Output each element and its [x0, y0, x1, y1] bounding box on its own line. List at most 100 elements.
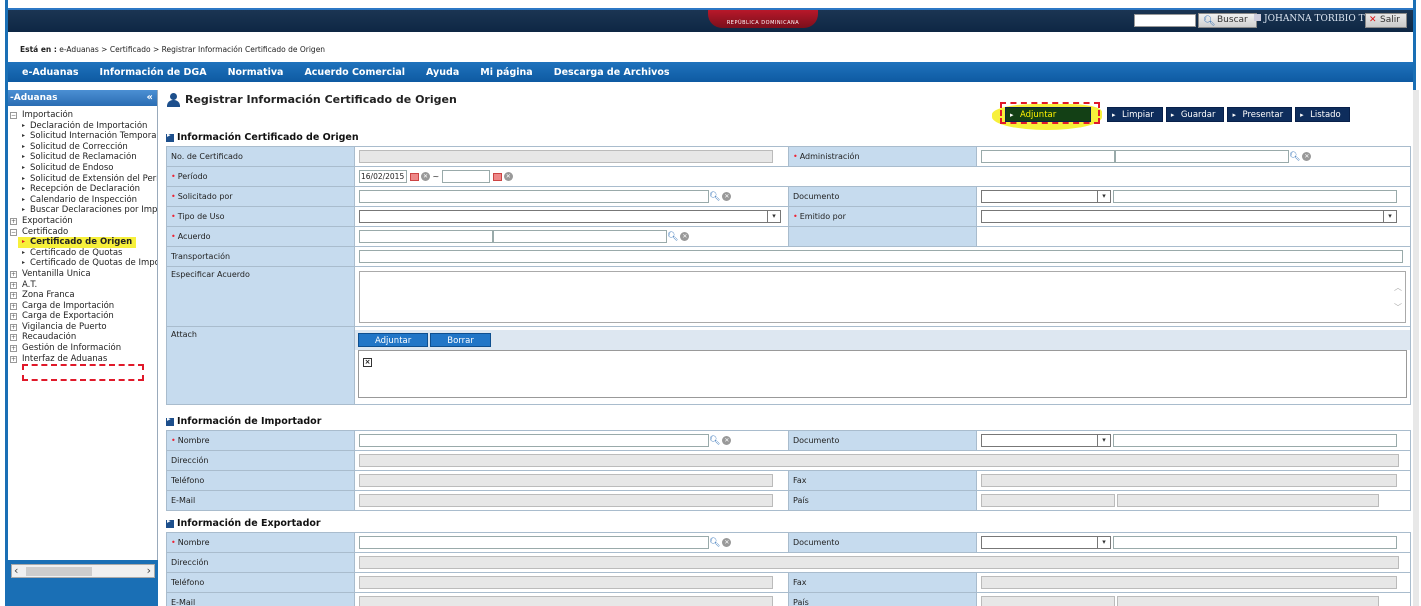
nav-ayuda[interactable]: Ayuda [426, 67, 459, 78]
sidebar-item-a-t-[interactable]: + A.T. [8, 280, 157, 291]
sidebar-item-ventanilla-única[interactable]: + Ventanilla Única [8, 269, 157, 280]
nav-normativa[interactable]: Normativa [228, 67, 284, 78]
exp-documento-input[interactable] [1113, 536, 1397, 549]
horizontal-scrollbar[interactable]: ‹ › [11, 564, 155, 578]
imp-documento-select[interactable]: ▾ [981, 434, 1111, 447]
attachment-area[interactable]: × [358, 350, 1407, 398]
documento-select[interactable]: ▾ [981, 190, 1111, 203]
salir-button[interactable]: ✕ Salir [1365, 13, 1407, 28]
expand-icon[interactable]: + [10, 355, 17, 363]
expand-icon[interactable]: + [10, 334, 17, 342]
search-icon[interactable]: 🔍︎ [1289, 152, 1300, 162]
sidebar-item-carga-de-exportación[interactable]: + Carga de Exportación [8, 311, 157, 322]
scrollbar-thumb[interactable] [26, 567, 92, 576]
expand-icon[interactable]: + [10, 313, 17, 321]
global-search-input[interactable] [1134, 14, 1196, 27]
tipo-uso-select[interactable]: ▾ [359, 210, 781, 223]
calendar-icon[interactable] [492, 172, 502, 181]
acuerdo-code-input[interactable] [359, 230, 493, 243]
periodo-from-input[interactable]: 16/02/2015 [359, 170, 407, 183]
clear-icon[interactable]: ✕ [722, 436, 732, 445]
sidebar-item-buscar-declaraciones-por-importador[interactable]: ▸ Buscar Declaraciones por Importador [8, 205, 157, 216]
exp-nombre-input[interactable] [359, 536, 709, 549]
sidebar-item-solicitud-de-extensión-del-período[interactable]: ▸ Solicitud de Extensión del Período [8, 174, 157, 185]
expand-icon[interactable]: + [10, 217, 17, 225]
sidebar-item-zona-franca[interactable]: + Zona Franca [8, 290, 157, 301]
sidebar-item-solicitud-de-endoso[interactable]: ▸ Solicitud de Endoso [8, 163, 157, 174]
sidebar-item-certificado-de-origen[interactable]: ▸ Certificado de Origen [18, 237, 136, 248]
sidebar-item-declaración-de-importación[interactable]: ▸ Declaración de Importación [8, 121, 157, 132]
scroll-right-icon[interactable]: › [147, 564, 151, 577]
search-icon[interactable]: 🔍︎ [667, 232, 678, 242]
sidebar-item-certificado-de-quotas[interactable]: ▸ Certificado de Quotas [8, 248, 157, 259]
periodo-to-input[interactable] [441, 170, 490, 183]
collapse-icon[interactable]: − [10, 228, 17, 236]
nav-informacion-dga[interactable]: Información de DGA [100, 67, 207, 78]
sidebar-item-recaudación[interactable]: + Recaudación [8, 332, 157, 343]
nav-e-aduanas[interactable]: e-Aduanas [22, 67, 79, 78]
guardar-button[interactable]: Guardar [1165, 107, 1225, 123]
clear-icon[interactable]: ✕ [680, 232, 690, 241]
expand-icon[interactable]: + [10, 302, 17, 310]
sidebar-item-certificado-de-quotas-de-importación[interactable]: ▸ Certificado de Quotas de Importación [8, 258, 157, 269]
sidebar-item-gestión-de-información[interactable]: + Gestión de Información [8, 343, 157, 354]
search-icon[interactable]: 🔍︎ [709, 538, 720, 548]
scroll-up-icon[interactable]: ︿ [1394, 282, 1402, 293]
expand-icon[interactable]: + [10, 270, 17, 278]
transportacion-input[interactable] [359, 250, 1403, 263]
administracion-code-input[interactable] [981, 150, 1115, 163]
imp-nombre-input[interactable] [359, 434, 709, 447]
expand-icon[interactable]: + [10, 292, 17, 300]
buscar-button[interactable]: 🔍︎ Buscar [1198, 13, 1257, 28]
clear-icon[interactable]: ✕ [1302, 152, 1312, 161]
collapse-icon[interactable]: − [10, 112, 17, 119]
exp-documento-select[interactable]: ▾ [981, 536, 1111, 549]
sidebar-item-solicitud-de-reclamación[interactable]: ▸ Solicitud de Reclamación [8, 152, 157, 163]
label-imp-email: E-Mail [166, 490, 355, 511]
sidebar-item-label: Carga de Exportación [22, 311, 114, 322]
search-icon[interactable]: 🔍︎ [709, 436, 720, 446]
label-imp-pais: País [788, 490, 977, 511]
calendar-icon[interactable] [410, 172, 419, 181]
especificar-acuerdo-textarea[interactable]: ︿ ﹀ [359, 270, 1406, 323]
acuerdo-name-input[interactable] [493, 230, 667, 243]
sidebar-item-recepción-de-declaración[interactable]: ▸ Recepción de Declaración [8, 184, 157, 195]
presentar-button[interactable]: Presentar [1227, 107, 1293, 123]
clear-icon[interactable]: ✕ [722, 192, 732, 201]
sidebar-item-vigilancia-de-puerto[interactable]: + Vigilancia de Puerto [8, 322, 157, 333]
sidebar-item-calendario-de-inspección[interactable]: ▸ Calendario de Inspección [8, 195, 157, 206]
nav-descarga-archivos[interactable]: Descarga de Archivos [554, 67, 670, 78]
documento-input[interactable] [1113, 190, 1397, 203]
exp-fax-input [981, 576, 1397, 589]
clear-icon[interactable]: ✕ [503, 172, 513, 181]
sidebar-item-carga-de-importación[interactable]: + Carga de Importación [8, 301, 157, 312]
imp-documento-input[interactable] [1113, 434, 1397, 447]
nav-mi-pagina[interactable]: Mi página [480, 67, 532, 78]
scroll-left-icon[interactable]: ‹ [14, 564, 18, 577]
page-vertical-scrollbar[interactable] [1413, 90, 1419, 606]
expand-icon[interactable]: + [10, 281, 17, 289]
attach-borrar-button[interactable]: Borrar [430, 333, 491, 347]
search-icon[interactable]: 🔍︎ [709, 192, 720, 202]
bullet-icon: ▸ [22, 132, 26, 140]
sidebar-item-interfaz-de-aduanas[interactable]: + Interfaz de Aduanas [8, 354, 157, 365]
limpiar-button[interactable]: Limpiar [1107, 107, 1163, 123]
clear-icon[interactable]: ✕ [722, 538, 732, 547]
listado-button[interactable]: Listado [1295, 107, 1350, 123]
scroll-down-icon[interactable]: ﹀ [1394, 302, 1402, 313]
expand-icon[interactable]: + [10, 345, 17, 353]
administracion-name-input[interactable] [1115, 150, 1289, 163]
emitido-por-select[interactable]: ▾ [981, 210, 1397, 223]
sidebar-item-exportación[interactable]: + Exportación [8, 216, 157, 227]
nav-acuerdo-comercial[interactable]: Acuerdo Comercial [304, 67, 405, 78]
expand-icon[interactable]: + [10, 323, 17, 331]
solicitado-por-input[interactable] [359, 190, 709, 203]
sidebar-item-importación[interactable]: − Importación [8, 110, 157, 121]
collapse-icon[interactable]: « [147, 90, 153, 106]
sidebar-item-solicitud-internación-temporal[interactable]: ▸ Solicitud Internación Temporal [8, 131, 157, 142]
label-no-certificado: No. de Certificado [166, 146, 355, 167]
sidebar-item-certificado[interactable]: − Certificado [8, 227, 157, 238]
attach-adjuntar-button[interactable]: Adjuntar [358, 333, 429, 347]
clear-icon[interactable]: ✕ [421, 172, 430, 181]
sidebar-item-solicitud-de-corrección[interactable]: ▸ Solicitud de Corrección [8, 142, 157, 153]
